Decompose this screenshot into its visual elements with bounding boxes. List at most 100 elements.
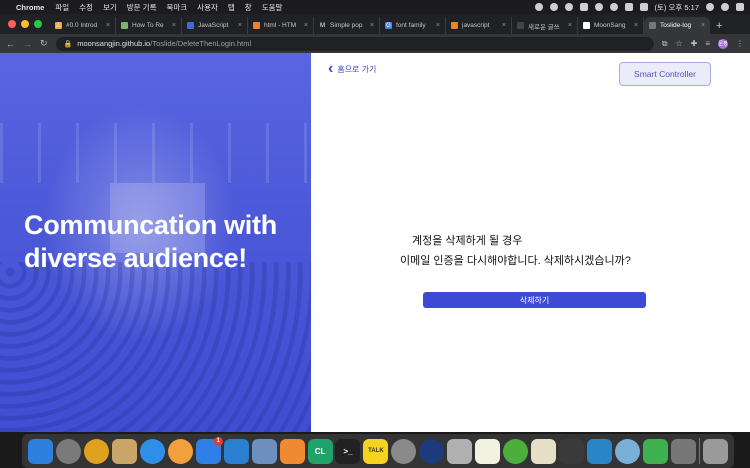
wifi-icon[interactable] — [609, 3, 618, 11]
tab-favicon-icon — [187, 22, 194, 29]
menu-edit[interactable]: 수정 — [79, 2, 93, 13]
tab-close-icon[interactable]: × — [238, 22, 242, 29]
notes-icon[interactable] — [111, 438, 137, 464]
tab-close-icon[interactable]: × — [701, 22, 705, 29]
tab-close-icon[interactable]: × — [502, 22, 506, 29]
chat-icon[interactable] — [534, 3, 543, 11]
tab-close-icon[interactable]: × — [634, 22, 638, 29]
warning-line-2: 이메일 인증을 다시해야합니다. 삭제하시겠습니까? — [400, 255, 631, 267]
activity-monitor-icon[interactable] — [559, 438, 585, 464]
bluetooth-icon[interactable] — [594, 3, 603, 11]
tab-6[interactable]: javascript × — [446, 17, 512, 34]
smart-controller-button[interactable]: Smart Controller — [619, 62, 711, 86]
tab-8[interactable]: MoonSang × — [578, 17, 644, 34]
menu-window[interactable]: 창 — [245, 2, 252, 13]
stocks-icon[interactable] — [670, 438, 696, 464]
menu-history[interactable]: 방문 기록 — [127, 2, 157, 13]
bookmark-star-icon[interactable]: ☆ — [675, 39, 682, 48]
input-source-icon[interactable] — [639, 3, 648, 11]
menu-help[interactable]: 도움말 — [262, 2, 283, 13]
forward-arrow-icon[interactable]: → — [23, 39, 32, 49]
kakaotalk-icon[interactable]: TALK — [363, 438, 389, 464]
delete-account-button[interactable]: 삭제하기 — [423, 292, 646, 308]
browser-toolbar: ← → ↻ 🔒 moonsangjin.github.io /Toslide/D… — [0, 34, 750, 53]
app-store-icon[interactable]: 1 — [195, 436, 223, 464]
reload-icon[interactable]: ↻ — [40, 38, 48, 49]
search-icon[interactable] — [706, 3, 714, 11]
cloud-icon[interactable] — [549, 3, 558, 11]
screenshot-icon[interactable] — [615, 438, 641, 464]
tab-3[interactable]: html - HTM × — [248, 17, 314, 34]
tab-label: javascript — [462, 22, 490, 29]
tab-close-icon[interactable]: × — [370, 22, 374, 29]
record-icon[interactable] — [564, 3, 573, 11]
minimize-window-icon[interactable] — [21, 20, 29, 28]
terminal-icon[interactable]: >_ — [335, 438, 361, 464]
tab-close-icon[interactable]: × — [304, 22, 308, 29]
tab-label: MoonSang — [594, 22, 626, 29]
tab-label: Simple pop — [330, 22, 363, 29]
menubar-clock[interactable]: (토) 오후 5:17 — [655, 2, 699, 13]
tab-close-icon[interactable]: × — [172, 22, 176, 29]
photos-icon[interactable] — [167, 438, 193, 464]
keyboard-icon[interactable] — [579, 3, 588, 11]
tab-5[interactable]: Gfont family × — [380, 17, 446, 34]
window-controls — [4, 14, 50, 34]
profile-avatar[interactable]: 문정 — [718, 38, 728, 49]
menu-tab[interactable]: 탭 — [228, 2, 235, 13]
back-home-label: 홈으로 가기 — [337, 64, 377, 74]
system-preferences-icon[interactable] — [391, 438, 417, 464]
utorrent-icon[interactable] — [503, 438, 529, 464]
control-center-icon[interactable] — [736, 3, 744, 11]
safari-icon[interactable] — [139, 438, 165, 464]
facetime-icon[interactable] — [642, 438, 668, 464]
close-window-icon[interactable] — [8, 20, 16, 28]
menubar-app-name[interactable]: Chrome — [16, 3, 44, 12]
tab-2[interactable]: JavaScript × — [182, 17, 248, 34]
books-icon[interactable] — [531, 438, 557, 464]
launchpad-icon[interactable] — [55, 438, 81, 464]
more-menu-icon[interactable]: ⋮ — [736, 39, 744, 48]
vscode-icon[interactable] — [223, 438, 249, 464]
tab-favicon-icon — [583, 22, 590, 29]
translate-icon[interactable]: ⧉ — [662, 39, 668, 49]
tab-label: Toslide-log — [660, 22, 692, 29]
menu-file[interactable]: 파일 — [55, 2, 69, 13]
tab-0[interactable]: ⚠ #0.0 Introd × — [50, 17, 116, 34]
address-bar[interactable]: 🔒 moonsangjin.github.io /Toslide/DeleteT… — [55, 36, 654, 51]
quicktime-icon[interactable] — [419, 438, 445, 464]
extensions-icon[interactable]: ✚ — [691, 39, 698, 48]
image-capture-icon[interactable] — [447, 438, 473, 464]
maximize-window-icon[interactable] — [34, 20, 42, 28]
trash-icon[interactable] — [702, 438, 728, 464]
tab-close-icon[interactable]: × — [436, 22, 440, 29]
battery-icon[interactable] — [624, 3, 633, 11]
tab-label: JavaScript — [198, 22, 229, 29]
reading-list-icon[interactable]: ≡ — [705, 39, 710, 48]
user-icon[interactable] — [721, 3, 729, 11]
dock-icon-glyph: TALK — [368, 448, 384, 454]
menu-people[interactable]: 사용자 — [197, 2, 218, 13]
menu-bookmarks[interactable]: 북마크 — [166, 2, 187, 13]
swift-icon[interactable] — [279, 438, 305, 464]
menu-view[interactable]: 보기 — [103, 2, 117, 13]
chrome-icon[interactable] — [83, 438, 109, 464]
tab-close-icon[interactable]: × — [106, 22, 110, 29]
tab-9[interactable]: Toslide-log × — [644, 17, 710, 34]
macos-dock-area: 1 CL >_ TALK — [0, 432, 750, 468]
dock: 1 CL >_ TALK — [22, 434, 734, 468]
tab-7[interactable]: 새로운 글쓰 × — [512, 17, 578, 34]
clion-icon[interactable]: CL — [307, 438, 333, 464]
new-tab-icon[interactable]: + — [716, 17, 722, 34]
tab-4[interactable]: M Simple pop × — [314, 17, 380, 34]
back-home-link[interactable]: ‹ 홈으로 가기 — [328, 61, 377, 77]
back-arrow-icon[interactable]: ← — [6, 39, 15, 49]
lock-icon[interactable]: 🔒 — [64, 40, 73, 48]
tab-1[interactable]: How To Re × — [116, 17, 182, 34]
finder-icon[interactable] — [28, 438, 53, 464]
tab-close-icon[interactable]: × — [568, 22, 572, 29]
preview-icon[interactable] — [251, 438, 277, 464]
stickies-icon[interactable] — [475, 438, 501, 464]
tab-favicon-icon: M — [319, 22, 326, 29]
sourcetree-icon[interactable] — [587, 438, 613, 464]
